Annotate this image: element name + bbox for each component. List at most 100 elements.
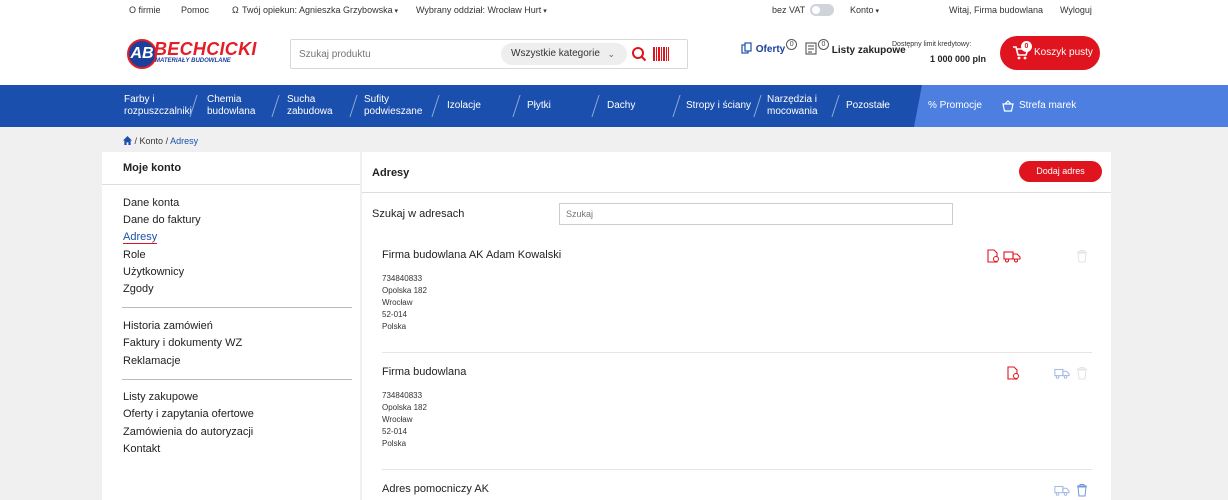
sidebar-item-dane-do-faktury[interactable]: Dane do faktury	[123, 214, 201, 226]
address-search-label: Szukaj w adresach	[372, 208, 465, 220]
cart-button[interactable]: 0 Koszyk pusty	[1000, 36, 1100, 70]
address-details: 734840833 Opolska 182 Wrocław 52-014 Pol…	[382, 273, 427, 333]
breadcrumb-sep: /	[165, 136, 169, 146]
trash-icon[interactable]	[1075, 366, 1089, 380]
product-search: Wszystkie kategorie ⌄	[290, 39, 688, 69]
header: AB BECHCICKI MATERIAŁY BUDOWLANE Wszystk…	[0, 20, 1228, 85]
address-card: Firma budowlana 734840833 Opolska 182 Wr…	[382, 366, 1092, 470]
address-postcode: 52-014	[382, 310, 407, 319]
category-label: Wszystkie kategorie	[511, 48, 600, 59]
address-postcode: 52-014	[382, 427, 407, 436]
nav-divider	[431, 95, 440, 117]
delivery-truck-icon[interactable]	[1054, 366, 1070, 380]
nav-divider	[512, 95, 521, 117]
vat-toggle[interactable]	[810, 4, 834, 16]
nav-item-strefa-marek[interactable]: Strefa marek	[1001, 85, 1091, 127]
invoice-address-icon[interactable]	[1006, 366, 1020, 380]
cart-label: Koszyk pusty	[1034, 47, 1093, 58]
nav-item-farby[interactable]: Farby i rozpuszczalniki	[124, 85, 192, 127]
vat-label: bez VAT	[772, 5, 806, 15]
sidebar-item-faktury[interactable]: Faktury i dokumenty WZ	[123, 337, 242, 349]
help-link[interactable]: Pomoc	[181, 5, 209, 15]
nav-item-pozostale[interactable]: Pozostałe	[846, 85, 906, 127]
divider	[102, 184, 360, 185]
address-card: Firma budowlana AK Adam Kowalski 7348408…	[382, 249, 1092, 353]
chevron-down-icon: ⌄	[607, 49, 615, 59]
address-name: Firma budowlana	[382, 366, 467, 378]
sidebar-title: Moje konto	[123, 162, 182, 174]
sidebar-item-oferty[interactable]: Oferty i zapytania ofertowe	[123, 408, 254, 420]
invoice-address-icon[interactable]	[986, 249, 1000, 263]
shopping-lists-link[interactable]: 0 Listy zakupowe	[805, 39, 906, 56]
sidebar-item-uzytkownicy[interactable]: Użytkownicy	[123, 266, 184, 278]
address-search-input[interactable]	[559, 203, 953, 225]
nav-divider	[591, 95, 600, 117]
addresses-panel: Adresy Dodaj adres Szukaj w adresach Fir…	[362, 152, 1111, 500]
logo-mark: AB	[127, 39, 157, 69]
nav-divider	[753, 95, 762, 117]
nav-item-plytki[interactable]: Płytki	[527, 85, 567, 127]
address-city: Wrocław	[382, 298, 413, 307]
search-input[interactable]	[299, 46, 499, 62]
sidebar-item-listy-zakupowe[interactable]: Listy zakupowe	[123, 391, 198, 403]
category-select[interactable]: Wszystkie kategorie ⌄	[501, 43, 627, 65]
sidebar-item-role[interactable]: Role	[123, 249, 146, 261]
sidebar-item-zamowienia-autoryzacja[interactable]: Zamówienia do autoryzacji	[123, 426, 253, 438]
logout-link[interactable]: Wyloguj	[1060, 5, 1092, 15]
breadcrumb-account[interactable]: Konto	[140, 136, 164, 146]
offers-icon	[741, 42, 752, 54]
address-name: Firma budowlana AK Adam Kowalski	[382, 249, 562, 261]
add-address-button[interactable]: Dodaj adres	[1019, 161, 1102, 182]
offers-link[interactable]: Oferty 0	[741, 39, 798, 55]
account-dropdown[interactable]: Konto	[850, 5, 879, 15]
sidebar-item-reklamacje[interactable]: Reklamacje	[123, 355, 180, 367]
address-phone: 734840833	[382, 391, 423, 400]
address-country: Polska	[382, 322, 407, 331]
address-street: Opolska 182	[382, 286, 427, 295]
breadcrumb: / Konto / Adresy	[123, 136, 198, 146]
brands-label: Strefa marek	[1019, 100, 1077, 111]
delivery-truck-icon[interactable]	[1054, 483, 1070, 497]
lists-count: 0	[818, 39, 829, 50]
trash-icon[interactable]	[1075, 483, 1089, 497]
nav-item-sucha-zabudowa[interactable]: Sucha zabudowa	[287, 85, 337, 127]
brands-icon	[1002, 100, 1014, 112]
divider	[122, 307, 352, 308]
advisor-dropdown[interactable]: Twój opiekun: Agnieszka Grzybowska	[242, 5, 398, 15]
search-icon[interactable]	[631, 46, 647, 62]
credit-limit-value: 1 000 000 pln	[930, 54, 987, 64]
divider	[382, 352, 1092, 353]
sidebar-item-historia-zamowien[interactable]: Historia zamówień	[123, 320, 213, 332]
branch-dropdown[interactable]: Wybrany oddział: Wrocław Hurt	[416, 5, 547, 15]
divider	[122, 379, 352, 380]
nav-divider	[672, 95, 681, 117]
sidebar-item-dane-konta[interactable]: Dane konta	[123, 197, 179, 209]
nav-divider	[271, 95, 280, 117]
offers-label: Oferty	[755, 44, 786, 55]
sidebar-item-kontakt[interactable]: Kontakt	[123, 443, 160, 455]
nav-item-izolacje[interactable]: Izolacje	[447, 85, 497, 127]
sidebar-item-zgody[interactable]: Zgody	[123, 283, 154, 295]
address-city: Wrocław	[382, 415, 413, 424]
address-details: 734840833 Opolska 182 Wrocław 52-014 Pol…	[382, 390, 427, 450]
about-link[interactable]: O firmie	[129, 5, 161, 15]
nav-divider	[349, 95, 358, 117]
sidebar-item-adresy[interactable]: Adresy	[123, 231, 158, 244]
nav-item-promocje[interactable]: % Promocje	[928, 85, 992, 127]
nav-item-narzedzia[interactable]: Narzędzia i mocowania	[767, 85, 822, 127]
logo[interactable]: AB BECHCICKI MATERIAŁY BUDOWLANE	[127, 39, 257, 69]
delivery-truck-icon[interactable]	[1003, 249, 1021, 263]
address-name: Adres pomocniczy AK	[382, 483, 489, 495]
home-icon[interactable]	[123, 136, 132, 145]
barcode-icon[interactable]	[653, 47, 669, 61]
breadcrumb-sep: /	[134, 136, 138, 146]
nav-item-stropy[interactable]: Stropy i ściany	[686, 85, 754, 127]
list-icon	[805, 42, 817, 55]
nav-item-dachy[interactable]: Dachy	[607, 85, 647, 127]
trash-icon[interactable]	[1075, 249, 1089, 263]
nav-divider	[831, 95, 840, 117]
nav-item-chemia[interactable]: Chemia budowlana	[207, 85, 263, 127]
cart-count: 0	[1021, 41, 1032, 52]
nav-item-sufity[interactable]: Sufity podwieszane	[364, 85, 430, 127]
address-country: Polska	[382, 439, 407, 448]
